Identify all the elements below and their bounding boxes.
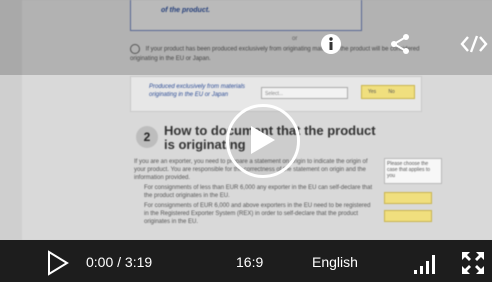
control-bar: 0:00 / 3:19 16:9 English [0, 240, 492, 282]
choice-option-2 [384, 210, 432, 222]
bullet-1: For consignments of less than EUR 6,000 … [144, 185, 373, 199]
section-number: 2 [136, 126, 158, 148]
play-icon [48, 250, 69, 276]
option-select-value: Select... [265, 91, 284, 97]
top-overlay [0, 0, 492, 75]
signal-bars-icon [414, 255, 435, 274]
option-select: Select... [261, 87, 348, 99]
option-text: Produced exclusively from materials orig… [149, 84, 246, 98]
choice-box: Please choose the case that applies to y… [384, 158, 442, 184]
choice-option-1 [384, 192, 432, 204]
embed-code-icon[interactable] [460, 32, 488, 56]
play-icon [251, 126, 275, 154]
video-player[interactable]: of the product. or If your product has b… [0, 0, 492, 282]
play-button[interactable] [46, 250, 70, 281]
aspect-ratio-button[interactable]: 16:9 [236, 254, 263, 270]
yes-label: Yes [368, 89, 377, 95]
bullet-2: For consignments of EUR 6,000 and above … [144, 203, 371, 225]
language-button[interactable]: English [312, 254, 358, 270]
info-icon[interactable] [319, 32, 343, 56]
fullscreen-button[interactable] [460, 250, 486, 281]
share-icon[interactable] [388, 32, 412, 56]
fullscreen-icon [462, 252, 484, 274]
big-play-button[interactable] [226, 104, 300, 178]
time-display: 0:00 / 3:19 [86, 254, 153, 270]
no-label: No [388, 89, 395, 95]
yes-no-choice: Yes No [361, 85, 415, 99]
section-2: 2 How to document that the product is or… [130, 118, 492, 248]
quality-button[interactable] [414, 252, 440, 279]
